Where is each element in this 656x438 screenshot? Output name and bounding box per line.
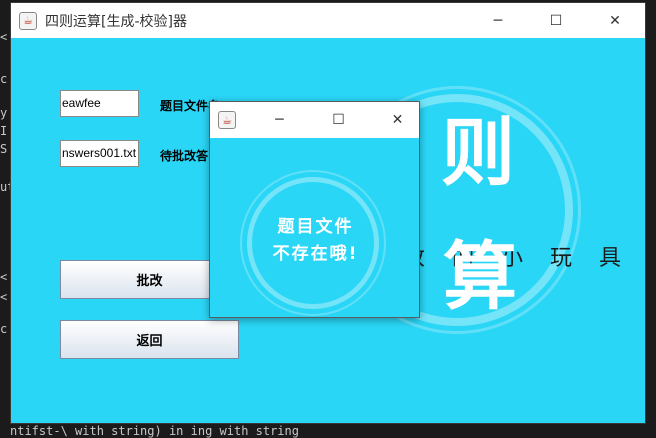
answer-file-input[interactable]: nswers001.txt bbox=[60, 140, 139, 167]
java-app-icon: ☕ bbox=[19, 11, 37, 30]
java-app-icon: ☕ bbox=[218, 111, 236, 129]
logo-char-bottom: 算 bbox=[443, 234, 517, 320]
terminal-char: I bbox=[0, 124, 8, 138]
dialog-message-line2: 不存在哦! bbox=[272, 244, 359, 264]
dialog-close-button[interactable]: ✕ bbox=[368, 102, 419, 138]
terminal-char: y bbox=[0, 106, 8, 120]
terminal-left-column: < c y I S ut < < c bbox=[0, 0, 10, 436]
answer-file-label: 待批改答 bbox=[160, 149, 209, 163]
main-titlebar[interactable]: ☕ 四则运算[生成-校验]器 ─ ☐ ✕ bbox=[11, 3, 645, 38]
dialog-controls: ─ ☐ ✕ bbox=[250, 102, 419, 138]
close-button[interactable]: ✕ bbox=[585, 3, 645, 38]
terminal-char: < bbox=[0, 290, 8, 304]
minimize-button[interactable]: ─ bbox=[469, 3, 527, 38]
terminal-char: c bbox=[0, 322, 8, 336]
terminal-char: ut bbox=[0, 180, 10, 194]
terminal-char: c bbox=[0, 72, 8, 86]
dialog-titlebar[interactable]: ☕ ─ ☐ ✕ bbox=[210, 102, 419, 138]
dialog-maximize-button[interactable]: ☐ bbox=[309, 102, 368, 138]
terminal-char: < bbox=[0, 30, 8, 44]
back-button[interactable]: 返回 bbox=[60, 320, 239, 359]
window-title: 四则运算[生成-校验]器 bbox=[45, 13, 187, 30]
window-controls: ─ ☐ ✕ bbox=[469, 3, 645, 38]
error-dialog: ☕ ─ ☐ ✕ 题目文件 不存在哦! bbox=[209, 101, 420, 318]
dialog-message-line1: 题目文件 bbox=[277, 217, 354, 237]
dialog-minimize-button[interactable]: ─ bbox=[250, 102, 309, 138]
terminal-char: < bbox=[0, 270, 8, 284]
logo-char-top: 则 bbox=[441, 110, 515, 196]
question-file-input[interactable]: eawfee bbox=[60, 90, 139, 117]
terminal-char: S bbox=[0, 142, 8, 156]
maximize-button[interactable]: ☐ bbox=[527, 3, 585, 38]
